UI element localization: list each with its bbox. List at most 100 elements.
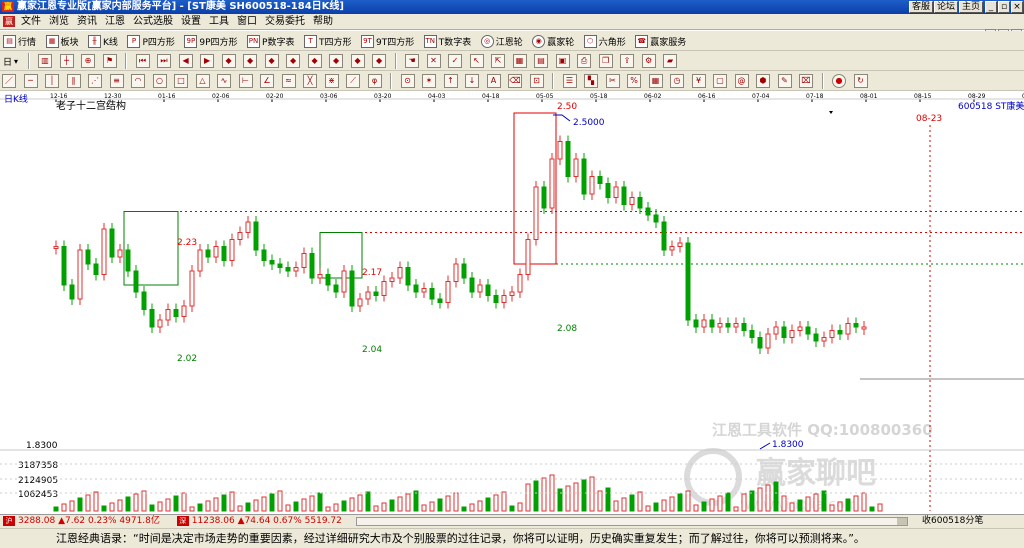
close-icon[interactable]: × bbox=[1011, 1, 1023, 13]
maximize-icon[interactable]: ▫ bbox=[998, 1, 1010, 13]
check-icon[interactable]: ✓ bbox=[448, 54, 463, 68]
dropdown-arrow-icon[interactable] bbox=[829, 111, 833, 114]
calendar-icon[interactable]: ▦ bbox=[648, 74, 663, 88]
homepage-button[interactable]: 主页 bbox=[959, 1, 983, 13]
flag-icon[interactable]: ⚑ bbox=[102, 54, 117, 68]
color-wheel-icon[interactable]: ● bbox=[832, 74, 846, 88]
zoom-icon[interactable]: ⊕ bbox=[81, 54, 96, 68]
gann-grid-icon[interactable]: ╳ bbox=[303, 74, 317, 88]
diamond-icon-5[interactable]: ◆ bbox=[307, 54, 322, 68]
line-icon[interactable]: ／ bbox=[2, 74, 16, 88]
time-icon[interactable]: ◷ bbox=[670, 74, 684, 88]
circle-icon[interactable]: ○ bbox=[152, 74, 167, 88]
menu-formula[interactable]: 公式选股 bbox=[129, 14, 177, 29]
diamond-icon-6[interactable]: ◆ bbox=[329, 54, 344, 68]
winner-wheel-button[interactable]: ◉ 赢家轮 bbox=[529, 32, 577, 50]
speed-line-icon[interactable]: ⟋ bbox=[346, 74, 360, 88]
text-icon[interactable]: A bbox=[486, 74, 501, 88]
print-icon[interactable]: ⎙ bbox=[577, 54, 592, 68]
square-icon[interactable]: ▢ bbox=[713, 74, 727, 88]
sector-button[interactable]: ▦ 板块 bbox=[43, 32, 82, 50]
arrow-up-icon[interactable]: ↑ bbox=[443, 74, 458, 88]
menu-browse[interactable]: 浏览 bbox=[45, 14, 73, 29]
golden-icon[interactable]: φ bbox=[367, 74, 382, 88]
diamond-icon-3[interactable]: ◆ bbox=[264, 54, 279, 68]
kline-button[interactable]: ╫ K线 bbox=[85, 32, 121, 50]
ruler-icon[interactable]: ⊢ bbox=[238, 74, 253, 88]
copy-icon[interactable]: ❐ bbox=[598, 54, 613, 68]
9t-square-button[interactable]: 9T 9T四方形 bbox=[358, 32, 417, 50]
menu-file[interactable]: 文件 bbox=[17, 14, 45, 29]
cycle-icon[interactable]: ∿ bbox=[217, 74, 231, 88]
cut-icon[interactable]: ✂ bbox=[605, 74, 620, 88]
price-icon[interactable]: ¥ bbox=[691, 74, 706, 88]
arrow-down-icon[interactable]: ↓ bbox=[465, 74, 479, 88]
vline-icon[interactable]: │ bbox=[45, 74, 59, 88]
table-icon[interactable]: ▤ bbox=[534, 54, 549, 68]
chart-canvas[interactable]: 12-16 12-30 01-16 02-06 02-20 03-06 03-20 04-03… bbox=[0, 91, 1024, 514]
hex-icon[interactable]: ⬢ bbox=[756, 74, 770, 88]
t-square-button[interactable]: T T四方形 bbox=[301, 32, 355, 50]
scroll-thumb[interactable] bbox=[897, 518, 907, 525]
menu-info[interactable]: 资讯 bbox=[73, 14, 101, 29]
hand-icon[interactable]: ☚ bbox=[405, 54, 420, 68]
refresh-icon[interactable]: ↻ bbox=[853, 74, 868, 88]
settings-icon[interactable]: ⚙ bbox=[641, 54, 656, 68]
prev-icon[interactable]: ◀ bbox=[178, 54, 193, 68]
arc-icon[interactable]: ◠ bbox=[131, 74, 145, 88]
t-number-table-button[interactable]: TN T数字表 bbox=[421, 32, 475, 50]
box-icon[interactable]: □ bbox=[174, 74, 188, 88]
winner-service-button[interactable]: ☎ 赢家服务 bbox=[632, 32, 689, 50]
minimize-icon[interactable]: _ bbox=[985, 1, 997, 13]
quote-button[interactable]: ▤ 行情 bbox=[0, 32, 39, 50]
lock-icon[interactable]: ⊡ bbox=[529, 74, 544, 88]
kline-chart[interactable]: 12-16 12-30 01-16 02-06 02-20 03-06 03-20 04-03… bbox=[0, 91, 1024, 514]
candle-icon[interactable]: ┼ bbox=[59, 54, 74, 68]
save-icon[interactable]: ▣ bbox=[555, 54, 570, 68]
target-icon[interactable]: ⊙ bbox=[400, 74, 415, 88]
select-icon[interactable]: ⇱ bbox=[491, 54, 506, 68]
gann-fan-icon[interactable]: ⋇ bbox=[324, 74, 339, 88]
fan-icon[interactable]: ⋰ bbox=[88, 74, 102, 88]
ratio-icon[interactable]: % bbox=[627, 74, 641, 88]
gann-wheel-button[interactable]: ◎ 江恩轮 bbox=[478, 32, 526, 50]
diamond-icon-2[interactable]: ◆ bbox=[243, 54, 258, 68]
triangle-icon[interactable]: △ bbox=[195, 74, 210, 88]
spiral-icon[interactable]: @ bbox=[734, 74, 749, 88]
folder-icon[interactable]: ▰ bbox=[663, 54, 678, 68]
horizontal-scrollbar[interactable] bbox=[356, 517, 908, 526]
menu-tools[interactable]: 工具 bbox=[205, 14, 233, 29]
wave-icon[interactable]: ≈ bbox=[281, 74, 296, 88]
forum-button[interactable]: 论坛 bbox=[934, 1, 958, 13]
p-square-button[interactable]: P P四方形 bbox=[124, 32, 177, 50]
p-number-table-button[interactable]: PN P数字表 bbox=[244, 32, 297, 50]
bar-chart-icon[interactable]: ▥ bbox=[38, 54, 53, 68]
angle-icon[interactable]: ∠ bbox=[260, 74, 274, 88]
hexagon-button[interactable]: ⬡ 六角形 bbox=[581, 32, 629, 50]
diamond-icon-4[interactable]: ◆ bbox=[286, 54, 301, 68]
delete-icon[interactable]: ⌫ bbox=[508, 74, 522, 88]
customer-service-button[interactable]: 客服 bbox=[909, 1, 933, 13]
menu-window[interactable]: 窗口 bbox=[233, 14, 261, 29]
last-icon[interactable]: ⏭ bbox=[157, 54, 172, 68]
parallel-icon[interactable]: ∥ bbox=[66, 74, 81, 88]
export-icon[interactable]: ⇪ bbox=[620, 54, 635, 68]
diamond-icon-8[interactable]: ◆ bbox=[372, 54, 387, 68]
diamond-icon-1[interactable]: ◆ bbox=[221, 54, 236, 68]
menu-trade[interactable]: 交易委托 bbox=[261, 14, 309, 29]
clear-icon[interactable]: ⌧ bbox=[799, 74, 813, 88]
menu-settings[interactable]: 设置 bbox=[177, 14, 205, 29]
mark-icon[interactable]: ✎ bbox=[777, 74, 792, 88]
menu-help[interactable]: 帮助 bbox=[309, 14, 337, 29]
first-icon[interactable]: ⏮ bbox=[135, 54, 150, 68]
fibo-icon[interactable]: ≡ bbox=[109, 74, 124, 88]
grid-icon[interactable]: ▦ bbox=[512, 54, 527, 68]
menu-gann[interactable]: 江恩 bbox=[101, 14, 129, 29]
diamond-icon-7[interactable]: ◆ bbox=[350, 54, 365, 68]
chart-icon[interactable]: ▚ bbox=[584, 74, 598, 88]
list-icon[interactable]: ☰ bbox=[562, 74, 577, 88]
period-dropdown[interactable]: 日 ▾ bbox=[0, 52, 21, 70]
cross-icon[interactable]: ✕ bbox=[426, 54, 441, 68]
9p-square-button[interactable]: 9P 9P四方形 bbox=[181, 32, 240, 50]
pointer-icon[interactable]: ↖ bbox=[469, 54, 484, 68]
